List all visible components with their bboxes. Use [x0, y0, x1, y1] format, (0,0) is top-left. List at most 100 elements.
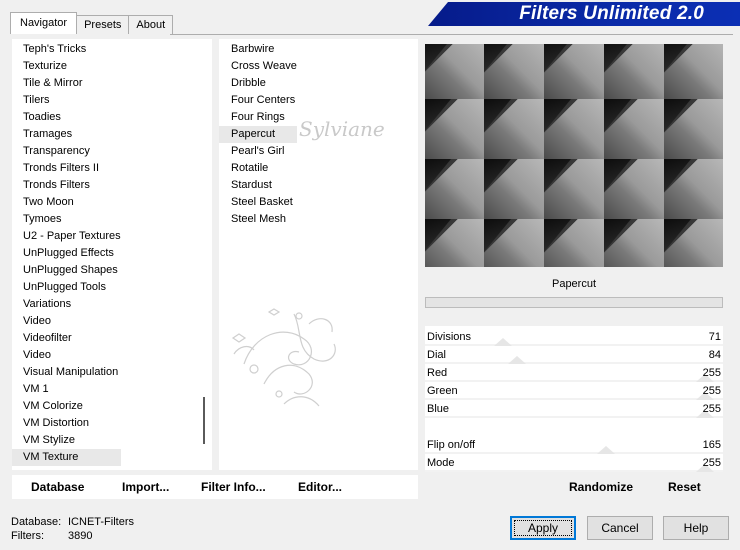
category-item[interactable]: Texturize	[12, 58, 121, 75]
preview-tile	[484, 219, 544, 267]
preview-tile	[544, 44, 604, 99]
category-item[interactable]: UnPlugged Effects	[12, 245, 121, 262]
apply-button[interactable]: Apply	[510, 516, 576, 540]
preview-shard	[484, 99, 511, 132]
slider-thumb[interactable]	[494, 338, 512, 346]
parameter-row[interactable]: Green 255	[425, 382, 723, 400]
parameter-value: 255	[702, 367, 721, 379]
category-item[interactable]: Tronds Filters II	[12, 160, 121, 177]
category-item[interactable]: Teph's Tricks	[12, 41, 121, 58]
focus-ring	[514, 520, 572, 536]
cancel-button[interactable]: Cancel	[587, 516, 653, 540]
filter-list[interactable]: Barbwire Cross Weave Dribble Four Centers Fo…	[219, 39, 418, 470]
category-item[interactable]: VM 1	[12, 381, 121, 398]
preview-shard	[604, 99, 631, 132]
filter-item[interactable]: Dribble	[219, 75, 297, 92]
category-item[interactable]: Two Moon	[12, 194, 121, 211]
preview-shard	[544, 159, 571, 192]
current-filter-name: Papercut	[425, 273, 723, 295]
category-item[interactable]: VM Distortion	[12, 415, 121, 432]
editor-button[interactable]: Editor...	[298, 480, 342, 494]
category-item[interactable]: Tile & Mirror	[12, 75, 121, 92]
filter-item[interactable]: Four Centers	[219, 92, 297, 109]
filter-item[interactable]: Steel Basket	[219, 194, 297, 211]
filter-item[interactable]: Papercut	[219, 126, 297, 143]
slider-track[interactable]	[425, 470, 723, 472]
preview-shard	[664, 44, 691, 72]
category-item[interactable]: Toadies	[12, 109, 121, 126]
parameter-row[interactable]: Dial 84	[425, 346, 723, 364]
preview-tile	[425, 99, 484, 159]
preview-tile	[664, 44, 723, 99]
tab-navigator[interactable]: Navigator	[10, 12, 78, 34]
database-value: ICNET-Filters	[68, 516, 134, 528]
slider-thumb[interactable]	[508, 356, 526, 364]
preview-shard	[664, 219, 691, 252]
category-item[interactable]: Videofilter	[12, 330, 121, 347]
import-button[interactable]: Import...	[122, 480, 169, 494]
parameter-row[interactable]: Flip on/off 165	[425, 436, 723, 454]
parameter-label: Mode	[427, 457, 455, 469]
filter-item[interactable]: Pearl's Girl	[219, 143, 297, 160]
slider-thumb[interactable]	[597, 446, 615, 454]
category-scrollbar[interactable]	[197, 39, 212, 470]
category-item[interactable]: VM Stylize	[12, 432, 121, 449]
filter-item[interactable]: Cross Weave	[219, 58, 297, 75]
preview-shard	[604, 219, 631, 252]
preview-shard	[604, 44, 631, 72]
filter-item[interactable]: Barbwire	[219, 41, 297, 58]
parameter-row[interactable]: Red 255	[425, 364, 723, 382]
help-button[interactable]: Help	[663, 516, 729, 540]
preview-shard	[544, 44, 571, 72]
preview-tile	[664, 159, 723, 219]
preview-shard	[664, 159, 691, 192]
category-item[interactable]: U2 - Paper Textures	[12, 228, 121, 245]
parameter-row[interactable]: Divisions 71	[425, 328, 723, 346]
filter-item[interactable]: Steel Mesh	[219, 211, 297, 228]
category-item[interactable]: Video	[12, 313, 121, 330]
filter-item[interactable]: Four Rings	[219, 109, 297, 126]
scrollbar-thumb[interactable]	[203, 397, 205, 444]
category-item[interactable]: VM Colorize	[12, 398, 121, 415]
preview-tile	[544, 159, 604, 219]
randomize-button[interactable]: Randomize	[569, 480, 633, 494]
preview-shard	[604, 159, 631, 192]
category-item[interactable]: UnPlugged Tools	[12, 279, 121, 296]
preview-tile	[425, 44, 484, 99]
tab-presets[interactable]: Presets	[76, 15, 130, 34]
filter-list-items: Barbwire Cross Weave Dribble Four Centers Fo…	[219, 41, 297, 228]
preview-tile	[544, 99, 604, 159]
category-item[interactable]: UnPlugged Shapes	[12, 262, 121, 279]
category-item[interactable]: Tilers	[12, 92, 121, 109]
parameter-label: Divisions	[427, 331, 472, 343]
category-item[interactable]: Visual Manipulation	[12, 364, 121, 381]
preview-shard	[425, 99, 451, 132]
tab-strip: Navigator Presets About	[10, 12, 174, 34]
database-button[interactable]: Database	[31, 480, 84, 494]
preview-shard	[664, 99, 691, 132]
preview-shard	[484, 44, 511, 72]
progress-bar	[425, 297, 723, 308]
filter-info-button[interactable]: Filter Info...	[201, 480, 266, 494]
parameter-value: 255	[702, 403, 721, 415]
category-item[interactable]: Tronds Filters	[12, 177, 121, 194]
preview-shard	[484, 219, 511, 252]
filters-count-value: 3890	[68, 530, 93, 542]
tab-about[interactable]: About	[128, 15, 174, 34]
category-item[interactable]: Variations	[12, 296, 121, 313]
category-item[interactable]: VM Texture	[12, 449, 121, 466]
parameter-label: Red	[427, 367, 448, 379]
category-list[interactable]: Teph's Tricks Texturize Tile & Mirror Tiler…	[12, 39, 212, 470]
category-item[interactable]: Tymoes	[12, 211, 121, 228]
category-item[interactable]: Tramages	[12, 126, 121, 143]
category-item[interactable]: Video	[12, 347, 121, 364]
filter-item[interactable]: Stardust	[219, 177, 297, 194]
parameter-row[interactable]: Blue 255	[425, 400, 723, 418]
filter-item[interactable]: Rotatile	[219, 160, 297, 177]
category-item[interactable]: Transparency	[12, 143, 121, 160]
slider-track[interactable]	[425, 416, 723, 418]
preview-tile	[604, 99, 664, 159]
parameter-label: Blue	[427, 403, 450, 415]
parameter-row[interactable]: Mode 255	[425, 454, 723, 472]
reset-button[interactable]: Reset	[668, 480, 701, 494]
